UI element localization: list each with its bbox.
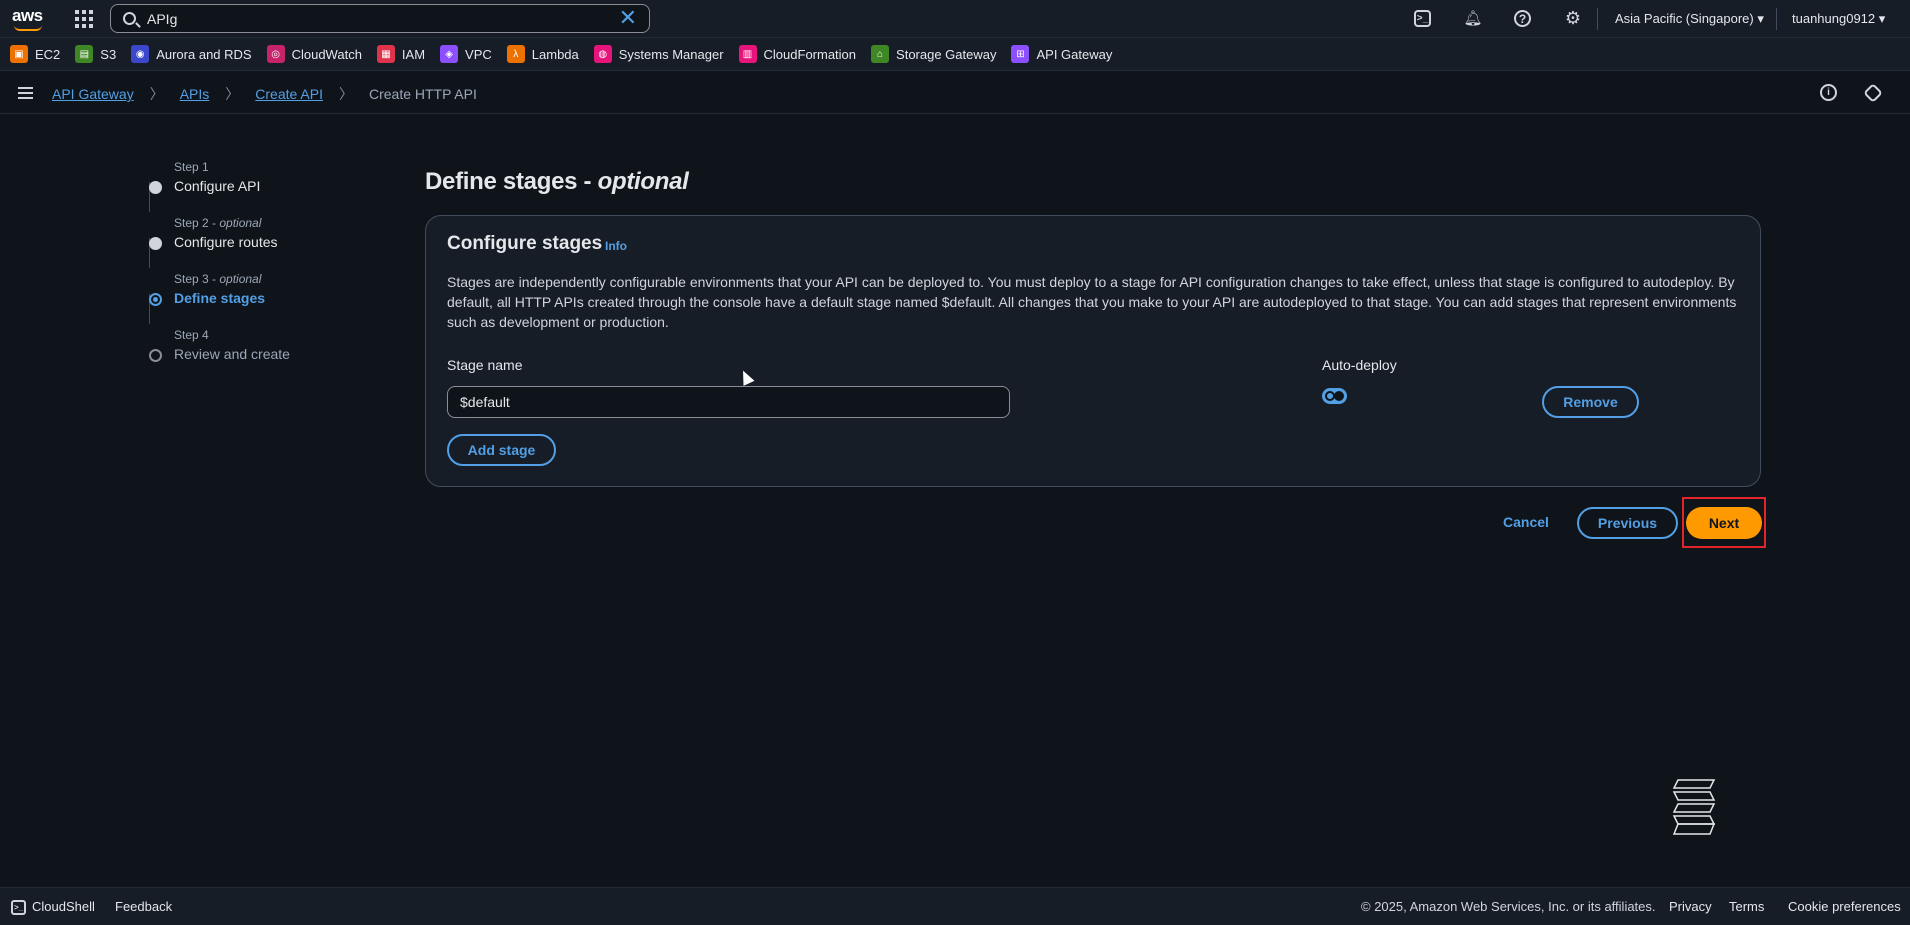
next-button-highlight [1682,497,1766,548]
favorite-ec2[interactable]: ▣ EC2 [10,45,60,63]
info-panel-icon[interactable]: i [1820,84,1837,101]
aws-logo-text: aws [12,6,43,25]
stage-name-label: Stage name [447,357,523,373]
step-4-name: Review and create [174,346,290,362]
step-3-name: Define stages [174,290,266,306]
step-1-label: Step 1 [174,160,209,174]
cloudwatch-service-icon: ◎ [266,45,285,63]
chevron-right-icon: 〉 [225,86,240,102]
search-input[interactable]: APIg [147,11,177,27]
step-3-label: Step 3 - optional [174,272,262,286]
auto-deploy-toggle[interactable] [1322,388,1347,404]
favorites-bar: ▣ EC2 ▤ S3 ◉ Aurora and RDS ◎ CloudWatch ▦ IAM ◈ VP… [0,38,1910,71]
previous-button[interactable]: Previous [1577,507,1678,539]
systems-manager-service-icon: ◍ [593,45,612,63]
breadcrumb-apis[interactable]: APIs [180,86,210,102]
ec2-service-icon: ▣ [10,45,28,63]
cookie-preferences-link[interactable]: Cookie preferences [1788,899,1901,914]
cloudshell-icon[interactable]: >_ [1414,10,1431,27]
favorite-label: S3 [100,46,117,62]
footer: >_ CloudShell Feedback © 2025, Amazon We… [0,887,1910,925]
favorite-label: Systems Manager [618,46,724,62]
notifications-panel-icon[interactable] [1863,83,1883,103]
aws-logo[interactable]: aws [12,6,46,32]
aurora-and-rds-service-icon: ◉ [131,45,150,63]
vpc-service-icon: ◈ [440,45,459,63]
favorite-iam[interactable]: ▦ IAM [376,45,426,63]
favorite-aurora-and-rds[interactable]: ◉ Aurora and RDS [131,45,252,63]
chevron-right-icon: 〉 [338,86,353,102]
step-complete-icon [149,237,162,250]
step-1-name[interactable]: Configure API [174,178,260,194]
search-bar[interactable]: APIg ✕ [110,4,650,33]
breadcrumb-current: Create HTTP API [368,86,477,102]
step-4-label: Step 4 [174,328,209,342]
lambda-service-icon: λ [506,45,525,63]
favorite-cloudwatch[interactable]: ◎ CloudWatch [266,45,362,63]
nav-divider [1776,8,1777,30]
card-description: Stages are independently configurable en… [447,274,1737,330]
bell-icon[interactable]: 🔔︎ [1463,8,1483,28]
top-navigation: aws APIg ✕ >_ 🔔︎ ? ⚙ Asia Pacific (Singa… [0,0,1910,38]
s3-service-icon: ▤ [75,45,94,63]
favorite-label: EC2 [35,46,61,62]
aws-smile-icon [14,25,42,31]
stage-name-input[interactable]: $default [447,386,1010,418]
info-link[interactable]: Info [605,239,627,253]
favorite-label: Lambda [531,46,579,62]
privacy-link[interactable]: Privacy [1669,899,1712,914]
step-pending-icon [149,349,162,362]
cloudformation-service-icon: ▥ [738,45,757,63]
favorite-label: API Gateway [1036,46,1113,62]
favorite-cloudformation[interactable]: ▥ CloudFormation [738,45,857,63]
breadcrumb-bar: API Gateway 〉 APIs 〉 Create API 〉 Create… [0,71,1910,114]
favorite-label: CloudFormation [763,46,857,62]
clear-search-icon[interactable]: ✕ [619,7,637,29]
card-title: Configure stages [447,233,603,254]
favorite-s3[interactable]: ▤ S3 [75,45,116,63]
feedback-link[interactable]: Feedback [115,899,172,914]
region-selector[interactable]: Asia Pacific (Singapore) ▾ [1615,11,1764,27]
step-complete-icon [149,181,162,194]
gear-icon[interactable]: ⚙ [1563,8,1583,28]
add-stage-button[interactable]: Add stage [447,434,556,466]
step-2-name[interactable]: Configure routes [174,234,278,250]
copyright-text: © 2025, Amazon Web Services, Inc. or its… [1361,899,1656,914]
breadcrumb-api-gateway[interactable]: API Gateway [52,86,134,102]
search-icon [123,12,136,25]
menu-icon[interactable] [18,87,33,99]
remove-button[interactable]: Remove [1542,386,1639,418]
favorite-vpc[interactable]: ◈ VPC [440,45,492,63]
help-icon[interactable]: ? [1514,10,1531,27]
cancel-button[interactable]: Cancel [1503,514,1549,530]
cloudshell-link[interactable]: CloudShell [32,899,95,914]
iam-service-icon: ▦ [376,45,395,63]
configure-stages-card: Configure stages Info Stages are indepen… [425,215,1761,487]
favorite-systems-manager[interactable]: ◍ Systems Manager [593,45,724,63]
api-gateway-service-icon: ⊞ [1011,45,1030,63]
stage-name-value: $default [460,394,510,410]
page-title: Define stages - optional [425,168,689,195]
account-menu[interactable]: tuanhung0912 ▾ [1792,11,1885,27]
assistant-widget-icon[interactable] [1670,778,1718,836]
favorite-api-gateway[interactable]: ⊞ API Gateway [1011,45,1112,63]
step-2-label: Step 2 - optional [174,216,262,230]
favorite-label: VPC [465,46,492,62]
cloudshell-icon[interactable]: >_ [11,900,26,915]
favorite-storage-gateway[interactable]: ⌂ Storage Gateway [871,45,996,63]
favorite-label: Aurora and RDS [156,46,252,62]
breadcrumb: API Gateway 〉 APIs 〉 Create API 〉 Create… [52,84,477,104]
auto-deploy-label: Auto-deploy [1322,357,1397,373]
nav-divider [1597,8,1598,30]
step-current-icon [149,293,162,306]
favorite-label: IAM [401,46,426,62]
favorite-lambda[interactable]: λ Lambda [506,45,579,63]
chevron-right-icon: 〉 [149,86,164,102]
favorite-label: CloudWatch [291,46,362,62]
storage-gateway-service-icon: ⌂ [871,45,890,63]
terms-link[interactable]: Terms [1729,899,1764,914]
services-grid-icon[interactable] [75,10,93,28]
favorite-label: Storage Gateway [896,46,997,62]
breadcrumb-create-api[interactable]: Create API [255,86,323,102]
